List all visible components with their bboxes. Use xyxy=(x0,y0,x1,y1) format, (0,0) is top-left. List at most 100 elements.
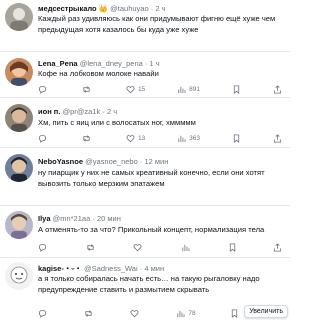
author-name[interactable]: NeboYasnoe xyxy=(38,157,83,166)
separator: · xyxy=(92,214,95,223)
like-count: 15 xyxy=(137,85,146,93)
retweet-icon xyxy=(85,309,92,317)
heart-icon xyxy=(126,134,135,142)
view-count: 363 xyxy=(189,134,200,142)
separator: · xyxy=(150,4,154,13)
reply-button[interactable] xyxy=(38,307,50,319)
author-name[interactable]: Lena_Pena xyxy=(38,59,78,68)
tweet-text: ну пиарщик у них не самых креативный кон… xyxy=(38,168,265,188)
share-button[interactable] xyxy=(273,132,282,144)
zoom-chip[interactable]: Увеличить xyxy=(244,305,288,318)
tweet-header: ион п. @pr@za1k · 2 ч xyxy=(38,106,282,117)
reply-icon xyxy=(38,85,47,94)
bookmark-button[interactable] xyxy=(232,83,241,95)
views-button[interactable] xyxy=(181,241,193,253)
share-button[interactable] xyxy=(273,83,282,95)
tweet-header: Ilya @mn*21aa · 20 мин xyxy=(38,213,282,224)
avatar[interactable] xyxy=(5,58,33,86)
author-handle[interactable]: @tauhuyao xyxy=(110,4,148,13)
avatar[interactable] xyxy=(5,211,33,239)
views-button[interactable]: 891 xyxy=(177,83,200,95)
share-button[interactable] xyxy=(273,241,282,253)
tweet[interactable]: ион п. @pr@za1k · 2 ч Хм, пить с яиц или… xyxy=(0,98,290,148)
retweet-icon xyxy=(86,243,94,251)
retweet-button[interactable] xyxy=(84,307,96,319)
author-handle[interactable]: @lena_dney_pena xyxy=(80,59,143,68)
avatar[interactable] xyxy=(5,104,33,132)
heart-icon xyxy=(133,243,142,251)
timestamp[interactable]: 1 ч xyxy=(149,59,159,68)
tweet-text: а я только собиралась начать есть… на та… xyxy=(38,274,260,294)
like-button[interactable] xyxy=(133,241,145,253)
tweet-text: Хм, пить с яиц или с волосатых ног, хммм… xyxy=(38,118,196,127)
tweet[interactable]: Ilya @mn*21aa · 20 мин А отменять-то за … xyxy=(0,206,290,258)
retweet-icon xyxy=(83,85,90,93)
tweet-header: NeboYasnoe @yasnoe_nebo · 12 мин xyxy=(38,156,282,167)
timestamp[interactable]: 2 ч xyxy=(155,4,165,13)
heart-icon xyxy=(126,85,135,93)
tweet-header: Lena_Pena @lena_dney_pena · 1 ч xyxy=(38,58,282,69)
reply-icon xyxy=(38,309,47,318)
reply-icon xyxy=(38,243,47,252)
author-handle[interactable]: @pr@za1k xyxy=(63,107,101,116)
like-button[interactable]: 15 xyxy=(126,83,145,95)
bookmark-button[interactable] xyxy=(230,307,239,319)
reply-button[interactable] xyxy=(38,132,50,144)
heart-icon xyxy=(130,309,139,317)
bookmark-button[interactable] xyxy=(228,241,237,253)
author-handle[interactable]: @mn*21aa xyxy=(53,214,91,223)
bookmark-icon xyxy=(230,242,236,252)
separator: · xyxy=(144,59,148,68)
author-name[interactable]: медсестрыкало xyxy=(38,4,97,13)
retweet-button[interactable] xyxy=(82,132,94,144)
bookmark-icon xyxy=(233,133,240,143)
reply-button[interactable] xyxy=(38,83,50,95)
avatar[interactable] xyxy=(5,262,33,290)
action-bar xyxy=(38,241,282,253)
timestamp[interactable]: 2 ч xyxy=(107,107,117,116)
reply-icon xyxy=(38,134,47,143)
views-chart-icon xyxy=(177,310,185,317)
author-name[interactable]: ион п. xyxy=(38,107,60,116)
author-handle[interactable]: @Sadness_Wai xyxy=(84,264,138,273)
avatar[interactable] xyxy=(5,154,33,182)
views-chart-icon xyxy=(178,135,186,142)
retweet-button[interactable] xyxy=(82,83,94,95)
tweet[interactable]: NeboYasnoe @yasnoe_nebo · 12 мин ну пиар… xyxy=(0,148,290,206)
like-button[interactable] xyxy=(130,307,142,319)
separator: · xyxy=(102,107,105,116)
tweet-text: Кофе на лобковом молоке навайи xyxy=(38,69,159,78)
timestamp[interactable]: 12 мин xyxy=(144,157,168,166)
views-button[interactable]: 363 xyxy=(177,132,200,144)
views-button[interactable]: 78 xyxy=(176,307,196,319)
retweet-button[interactable] xyxy=(86,241,98,253)
view-count: 891 xyxy=(189,85,200,93)
avatar[interactable] xyxy=(5,3,33,31)
timestamp[interactable]: 4 мин xyxy=(144,264,164,273)
share-icon xyxy=(273,242,282,252)
separator: · xyxy=(139,157,143,166)
tweet[interactable]: медсестрыкало 👑 @tauhuyao · 2 ч Каждый р… xyxy=(0,0,290,52)
separator: · xyxy=(139,264,143,273)
like-button[interactable]: 13 xyxy=(126,132,145,144)
share-icon xyxy=(273,133,281,143)
tweet-header: kagise-・ᵕ・ @Sadness_Wai · 4 мин xyxy=(38,263,282,274)
bookmark-button[interactable] xyxy=(232,132,241,144)
views-chart-icon xyxy=(182,244,190,251)
tweet-text: А отменять-то за что? Прикольный концепт… xyxy=(38,225,265,234)
reply-button[interactable] xyxy=(38,241,50,253)
retweet-icon xyxy=(83,134,90,142)
tweet-header: медсестрыкало 👑 @tauhuyao · 2 ч xyxy=(38,3,282,14)
bookmark-icon xyxy=(233,84,240,94)
timestamp[interactable]: 20 мин xyxy=(97,214,121,223)
tweet[interactable]: Lena_Pena @lena_dney_pena · 1 ч Кофе на … xyxy=(0,52,290,98)
share-icon xyxy=(273,84,281,94)
views-chart-icon xyxy=(178,86,186,93)
bookmark-icon xyxy=(231,308,237,318)
author-name[interactable]: Ilya xyxy=(38,214,51,223)
author-handle[interactable]: @yasnoe_nebo xyxy=(85,157,138,166)
author-name[interactable]: kagise-・ᵕ・ xyxy=(38,264,82,273)
action-bar: 15 891 xyxy=(38,83,282,95)
badge-icon: 👑 xyxy=(98,4,109,13)
tweet-feed: медсестрыкало 👑 @tauhuyao · 2 ч Каждый р… xyxy=(0,0,290,320)
